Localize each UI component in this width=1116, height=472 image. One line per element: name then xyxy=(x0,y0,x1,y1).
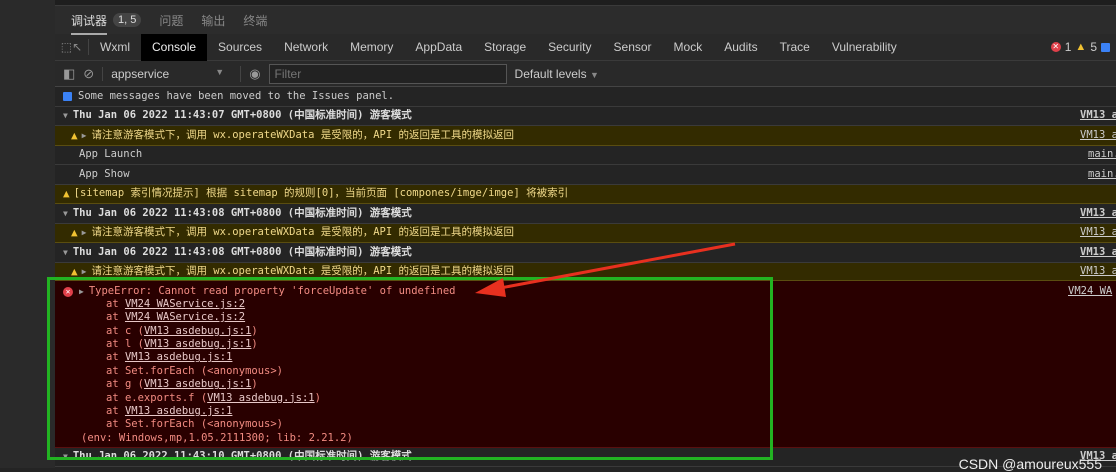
watermark: CSDN @amoureux555 xyxy=(958,456,1102,472)
annotation-arrow xyxy=(475,242,736,297)
